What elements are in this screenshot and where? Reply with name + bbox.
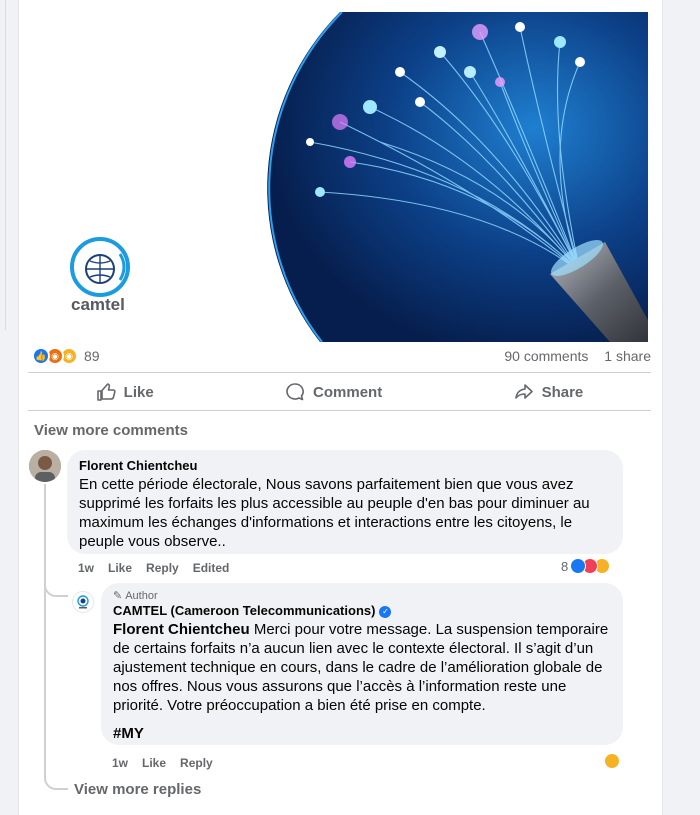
author-tag: ✎ Author	[113, 589, 611, 603]
comment-reply-button[interactable]: Reply	[146, 561, 179, 575]
comments-count[interactable]: 90 comments	[504, 348, 588, 364]
reply-text: Florent Chientcheu Merci pour votre mess…	[113, 620, 611, 715]
comment-edited-label[interactable]: Edited	[193, 561, 230, 575]
reply-time[interactable]: 1w	[112, 756, 128, 770]
avatar[interactable]	[72, 591, 94, 613]
thumbs-up-icon	[96, 383, 116, 401]
comment-like-button[interactable]: Like	[108, 561, 132, 575]
like-reaction-icon: 👍	[32, 347, 50, 365]
comment-author[interactable]: Florent Chientcheu	[79, 458, 611, 474]
svg-text:camtel: camtel	[71, 295, 125, 314]
view-more-replies-link[interactable]: View more replies	[74, 781, 201, 798]
comment-bubble: Florent Chientcheu En cette période élec…	[67, 450, 623, 554]
fiber-optic-illustration: camtel	[70, 12, 648, 342]
reactions-count[interactable]: 89	[84, 348, 100, 364]
reply-mention[interactable]: Florent Chientcheu	[113, 621, 250, 638]
reply-author-row: CAMTEL (Cameroon Telecommunications) ✓	[113, 603, 611, 619]
comment-meta: 1w Like Reply Edited	[78, 561, 229, 575]
comment-time[interactable]: 1w	[78, 561, 94, 575]
like-button[interactable]: Like	[96, 382, 154, 402]
author-tag-label: Author	[125, 590, 158, 602]
camtel-avatar-icon	[77, 595, 89, 609]
avatar[interactable]	[29, 450, 61, 482]
haha-reaction-icon	[604, 753, 620, 769]
pencil-icon: ✎	[113, 590, 123, 602]
comment-reaction-count: 8	[561, 558, 569, 574]
post-image[interactable]: camtel	[20, 12, 648, 342]
share-button[interactable]: Share	[514, 382, 584, 402]
engagement-counts: 90 comments 1 share	[492, 348, 651, 364]
thread-curve	[44, 575, 68, 597]
comment-label: Comment	[313, 383, 383, 401]
reaction-summary: 👍 ◉ ◉ 89 90 comments 1 share	[32, 345, 651, 367]
reply-author[interactable]: CAMTEL (Cameroon Telecommunications)	[113, 603, 375, 618]
reaction-icons[interactable]: 👍 ◉ ◉ 89	[32, 347, 100, 365]
divider	[28, 410, 651, 411]
thread-curve	[44, 770, 68, 790]
verified-badge-icon: ✓	[379, 605, 392, 618]
comment-button[interactable]: Comment	[285, 382, 382, 402]
left-panel-edge	[0, 0, 6, 330]
reply-meta: 1w Like Reply	[112, 756, 213, 770]
page-scrollbar[interactable]	[684, 0, 700, 815]
reply-hashtag[interactable]: #MY	[113, 725, 611, 742]
comment-reaction-badge[interactable]: 8	[561, 558, 611, 574]
comment-text: En cette période électorale, Nous savons…	[79, 476, 590, 550]
view-more-comments-link[interactable]: View more comments	[34, 422, 188, 439]
camtel-logo: camtel	[70, 237, 130, 314]
user-avatar-icon	[29, 450, 61, 482]
post-action-bar: Like Comment Share	[30, 374, 649, 410]
share-label: Share	[541, 383, 584, 401]
reply-reaction-badge[interactable]	[604, 753, 620, 769]
share-icon	[514, 384, 533, 399]
shares-count[interactable]: 1 share	[604, 348, 651, 364]
divider	[28, 372, 651, 373]
thread-line	[44, 484, 46, 780]
reply-reply-button[interactable]: Reply	[180, 756, 213, 770]
like-label: Like	[123, 383, 154, 401]
reply-bubble: ✎ Author CAMTEL (Cameroon Telecommunicat…	[101, 583, 623, 745]
comment-icon	[286, 383, 304, 401]
reply-like-button[interactable]: Like	[142, 756, 166, 770]
